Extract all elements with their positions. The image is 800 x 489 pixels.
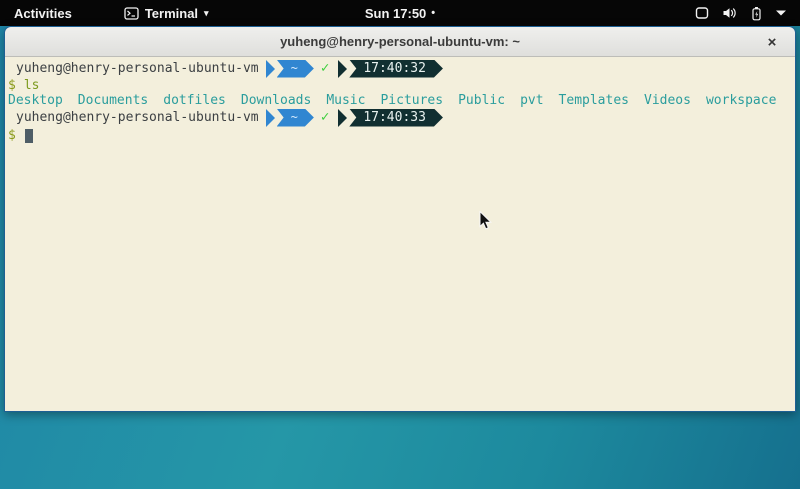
command-text: ls <box>24 78 40 93</box>
prompt-time-segment: 17:40:32 <box>349 60 443 78</box>
prompt-cwd-segment: ~ <box>277 60 314 78</box>
directory-name: Videos <box>644 93 691 108</box>
directory-name: pvt <box>520 93 543 108</box>
terminal-window: yuheng@henry-personal-ubuntu-vm: ~ × yuh… <box>4 26 796 412</box>
input-line: $ <box>8 127 793 143</box>
ls-output: Desktop Documents dotfiles Downloads Mus… <box>8 93 793 108</box>
chevron-down-icon <box>776 10 786 16</box>
prompt-cwd-segment: ~ <box>277 109 314 127</box>
terminal-content[interactable]: yuheng@henry-personal-ubuntu-vm ~ ✓ 17:4… <box>5 57 795 411</box>
powerline-separator-icon <box>338 109 347 127</box>
window-title: yuheng@henry-personal-ubuntu-vm: ~ <box>280 34 520 49</box>
terminal-cursor <box>25 129 33 143</box>
prompt-user-host: yuheng@henry-personal-ubuntu-vm <box>16 110 259 125</box>
activities-button[interactable]: Activities <box>0 0 86 26</box>
window-titlebar[interactable]: yuheng@henry-personal-ubuntu-vm: ~ × <box>5 27 795 57</box>
powerline-separator-icon <box>266 109 275 127</box>
system-status-menu[interactable] <box>695 0 800 26</box>
directory-name: Downloads <box>241 93 311 108</box>
directory-name: Music <box>326 93 365 108</box>
directory-name: Templates <box>559 93 629 108</box>
directory-name: Desktop <box>8 93 63 108</box>
mouse-cursor-icon <box>479 211 493 236</box>
prompt-symbol: $ <box>8 128 16 143</box>
app-menu-terminal[interactable]: Terminal ▾ <box>114 0 219 26</box>
terminal-icon <box>124 7 139 20</box>
notification-dot: • <box>431 7 435 19</box>
top-bar: Activities Terminal ▾ Sun 17:50 • <box>0 0 800 26</box>
display-icon <box>695 6 709 20</box>
directory-name: Public <box>458 93 505 108</box>
volume-icon <box>722 6 737 20</box>
clock-text: Sun 17:50 <box>365 6 426 21</box>
prompt-symbol: $ <box>8 78 16 93</box>
prompt-line: yuheng@henry-personal-ubuntu-vm ~ ✓ 17:4… <box>8 59 793 78</box>
directory-name: Documents <box>78 93 148 108</box>
directory-name: Pictures <box>380 93 443 108</box>
battery-charging-icon <box>750 6 763 21</box>
status-check-icon: ✓ <box>321 110 329 125</box>
close-button[interactable]: × <box>761 31 783 53</box>
status-check-icon: ✓ <box>321 61 329 76</box>
prompt-user-host: yuheng@henry-personal-ubuntu-vm <box>16 61 259 76</box>
directory-name: workspace <box>706 93 776 108</box>
app-menu-label: Terminal <box>145 6 198 21</box>
directory-name: dotfiles <box>163 93 226 108</box>
command-line: $ ls <box>8 78 793 93</box>
powerline-separator-icon <box>266 60 275 78</box>
prompt-line: yuheng@henry-personal-ubuntu-vm ~ ✓ 17:4… <box>8 108 793 127</box>
chevron-down-icon: ▾ <box>204 9 209 18</box>
prompt-time-segment: 17:40:33 <box>349 109 443 127</box>
powerline-separator-icon <box>338 60 347 78</box>
